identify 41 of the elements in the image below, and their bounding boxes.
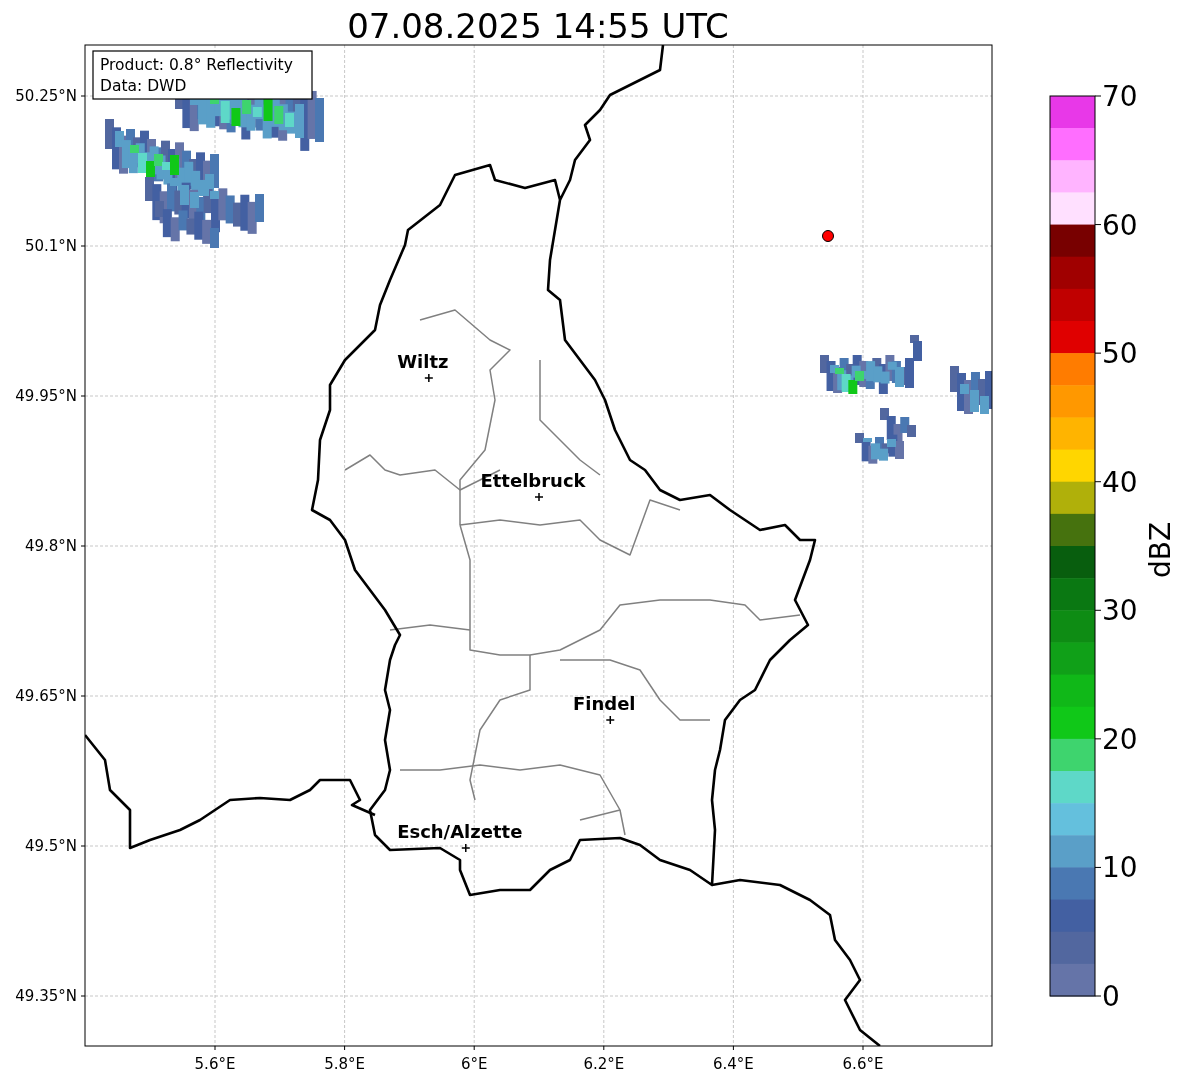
colorbar-title: dBZ <box>1144 521 1177 579</box>
city-label: Ettelbruck <box>480 470 586 491</box>
annotation-text: Data: DWD <box>100 77 187 95</box>
city-marker-icon <box>461 843 471 853</box>
axis-tick-label: 6.6°E <box>842 1055 884 1073</box>
axis-tick-label: 5.6°E <box>194 1055 236 1073</box>
axis-tick-label: 50.25°N <box>15 87 77 105</box>
city-label: Findel <box>573 693 636 714</box>
annotation-text: Product: 0.8° Reflectivity <box>100 56 293 74</box>
colorbar-tick-label: 60 <box>1102 208 1138 242</box>
tick-mark <box>1094 995 1102 997</box>
colorbar-tick-label: 20 <box>1102 722 1138 756</box>
colorbar-tick-label: 70 <box>1102 80 1138 113</box>
tick-mark <box>1094 95 1102 97</box>
axis-tick-label: 50.1°N <box>24 237 77 255</box>
tick-mark <box>1094 866 1102 868</box>
axis-tick-label: 5.8°E <box>324 1055 365 1073</box>
tick-mark <box>1094 738 1102 740</box>
chart-title: 07.08.2025 14:55 UTC <box>347 6 729 46</box>
tick-mark <box>1094 224 1102 226</box>
axis-tick-label: 49.35°N <box>15 987 77 1005</box>
city-label: Esch/Alzette <box>397 821 523 842</box>
axis-tick-label: 49.65°N <box>15 687 77 705</box>
tick-mark <box>1094 352 1102 354</box>
colorbar-tick-label: 30 <box>1102 594 1138 628</box>
city-marker-icon <box>534 492 544 502</box>
axis-tick-label: 6°E <box>460 1055 488 1073</box>
city-marker-icon <box>424 373 434 383</box>
axis-tick-label: 49.8°N <box>24 537 77 555</box>
tick-mark <box>1094 481 1102 483</box>
tick-mark <box>1094 609 1102 611</box>
axis-tick-label: 49.5°N <box>24 837 77 855</box>
axis-tick-label: 6.2°E <box>583 1055 625 1073</box>
colorbar-tick-label: 40 <box>1102 465 1138 499</box>
axis-tick-label: 6.4°E <box>713 1055 754 1073</box>
city-label: Wiltz <box>397 351 449 372</box>
colorbar-tick-label: 50 <box>1102 337 1138 371</box>
axis-tick-label: 49.95°N <box>15 387 77 405</box>
colorbar-tick-label: 10 <box>1102 851 1138 885</box>
city-marker-icon <box>605 715 616 725</box>
colorbar-tick-label: 0 <box>1102 980 1120 1013</box>
